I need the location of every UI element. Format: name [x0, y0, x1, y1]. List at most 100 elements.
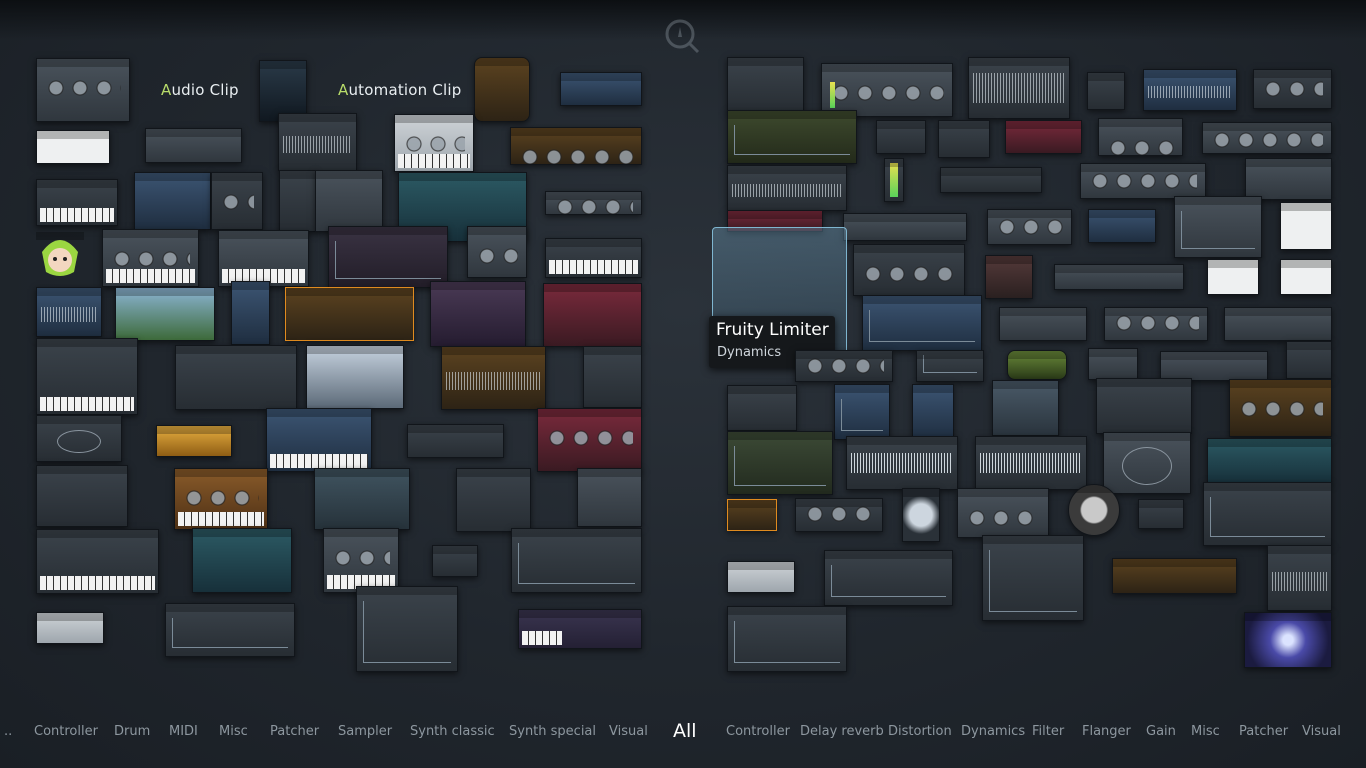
category-misc[interactable]: Misc	[219, 724, 248, 739]
plugin-tile[interactable]	[727, 499, 777, 531]
plugin-tile[interactable]	[577, 468, 642, 527]
category-filter[interactable]: Filter	[1032, 724, 1064, 739]
category-dynamics[interactable]: Dynamics	[961, 724, 1025, 739]
plugin-tile[interactable]	[560, 72, 642, 106]
plugin-tile[interactable]	[727, 606, 847, 672]
plugin-tile[interactable]	[846, 436, 958, 490]
category-patcher[interactable]: Patcher	[270, 724, 319, 739]
category-fx-misc[interactable]: Misc	[1191, 724, 1220, 739]
category-fx-visual[interactable]: Visual	[1302, 724, 1341, 739]
plugin-tile[interactable]	[430, 281, 526, 347]
plugin-tile[interactable]	[727, 57, 804, 113]
plugin-tile[interactable]	[727, 385, 797, 431]
plugin-tile[interactable]	[1207, 259, 1259, 295]
plugin-tile[interactable]	[727, 561, 795, 593]
plugin-tile[interactable]	[407, 424, 504, 458]
plugin-tile[interactable]	[278, 113, 357, 171]
category-gain[interactable]: Gain	[1146, 724, 1176, 739]
category-controller[interactable]: Controller	[34, 724, 98, 739]
plugin-tile[interactable]	[456, 468, 531, 532]
plugin-tile[interactable]	[231, 281, 270, 345]
plugin-tile[interactable]	[306, 345, 404, 409]
plugin-tile[interactable]	[394, 114, 474, 172]
plugin-tile[interactable]	[727, 110, 857, 164]
plugin-tile[interactable]	[876, 120, 926, 154]
plugin-tile[interactable]	[1160, 351, 1268, 381]
plugin-tile[interactable]	[884, 158, 904, 202]
automation-clip-label[interactable]: Automation Clip	[338, 81, 461, 99]
plugin-tile[interactable]	[356, 586, 458, 672]
plugin-tile[interactable]	[957, 488, 1049, 538]
category-fx-controller[interactable]: Controller	[726, 724, 790, 739]
plugin-tile[interactable]	[795, 350, 893, 382]
plugin-tile[interactable]	[1174, 196, 1262, 258]
plugin-tile[interactable]	[1080, 163, 1206, 199]
plugin-tile[interactable]	[1005, 120, 1082, 154]
plugin-tile[interactable]	[982, 535, 1084, 621]
plugin-tile[interactable]	[192, 528, 292, 593]
plugin-tile[interactable]	[1087, 72, 1125, 110]
plugin-tile[interactable]	[467, 226, 527, 278]
plugin-tile[interactable]	[862, 295, 982, 351]
plugin-tile[interactable]	[727, 431, 833, 495]
plugin-tile[interactable]	[134, 172, 211, 230]
plugin-tile[interactable]	[218, 230, 309, 287]
category-drum[interactable]: Drum	[114, 724, 150, 739]
plugin-tile[interactable]	[115, 287, 215, 341]
plugin-tile[interactable]	[902, 488, 940, 542]
plugin-tile[interactable]	[511, 528, 642, 593]
plugin-tile[interactable]	[940, 167, 1042, 193]
plugin-tile[interactable]	[474, 57, 530, 122]
plugin-tile[interactable]	[583, 346, 642, 408]
plugin-tile[interactable]	[821, 63, 953, 117]
plugin-tile[interactable]	[1280, 202, 1332, 250]
plugin-tile[interactable]	[441, 346, 546, 410]
plugin-tile[interactable]	[834, 384, 890, 440]
plugin-tile[interactable]	[1104, 307, 1208, 341]
plugin-tile[interactable]	[1096, 378, 1192, 434]
plugin-tile[interactable]	[975, 436, 1087, 490]
plugin-tile[interactable]	[843, 213, 967, 241]
plugin-tile[interactable]	[36, 338, 138, 415]
plugin-tile[interactable]	[992, 380, 1059, 436]
category-flanger[interactable]: Flanger	[1082, 724, 1131, 739]
plugin-tile[interactable]	[36, 130, 110, 164]
plugin-tile[interactable]	[211, 172, 263, 230]
plugin-tile[interactable]	[1138, 499, 1184, 529]
plugin-tile[interactable]	[156, 425, 232, 457]
plugin-tile[interactable]	[537, 408, 642, 472]
plugin-tile[interactable]	[165, 603, 295, 657]
category-midi[interactable]: MIDI	[169, 724, 198, 739]
plugin-tile[interactable]	[1203, 482, 1332, 546]
category-visual[interactable]: Visual	[609, 724, 648, 739]
plugin-tile[interactable]	[1224, 307, 1332, 341]
plugin-tile[interactable]	[36, 612, 104, 644]
plugin-tile[interactable]	[1244, 612, 1332, 668]
plugin-tile[interactable]	[174, 468, 268, 530]
plugin-tile[interactable]	[1280, 259, 1332, 295]
plugin-tile[interactable]	[36, 58, 130, 122]
plugin-tile[interactable]	[987, 209, 1072, 245]
plugin-tile[interactable]	[145, 128, 242, 163]
plugin-tile[interactable]	[285, 287, 414, 341]
plugin-tile[interactable]	[1088, 348, 1138, 380]
plugin-tile[interactable]	[432, 545, 478, 577]
plugin-tile[interactable]	[1007, 350, 1067, 380]
plugin-tile[interactable]	[1286, 341, 1332, 379]
plugin-tile[interactable]	[1245, 158, 1332, 200]
plugin-tile[interactable]	[36, 287, 102, 337]
plugin-tile[interactable]	[543, 283, 642, 347]
search-icon[interactable]	[664, 18, 700, 54]
plugin-tile[interactable]	[510, 127, 642, 165]
plugin-tile[interactable]	[518, 609, 642, 649]
mascot-icon[interactable]	[36, 232, 84, 278]
plugin-tile[interactable]	[1143, 69, 1237, 111]
plugin-tile[interactable]	[102, 229, 199, 287]
plugin-tile[interactable]	[315, 170, 383, 232]
plugin-tile[interactable]	[1098, 118, 1183, 156]
category-all[interactable]: All	[673, 720, 697, 742]
plugin-tile[interactable]	[1088, 209, 1156, 243]
plugin-tile[interactable]	[1112, 558, 1237, 594]
plugin-tile[interactable]	[853, 244, 965, 296]
plugin-tile[interactable]	[999, 307, 1087, 341]
